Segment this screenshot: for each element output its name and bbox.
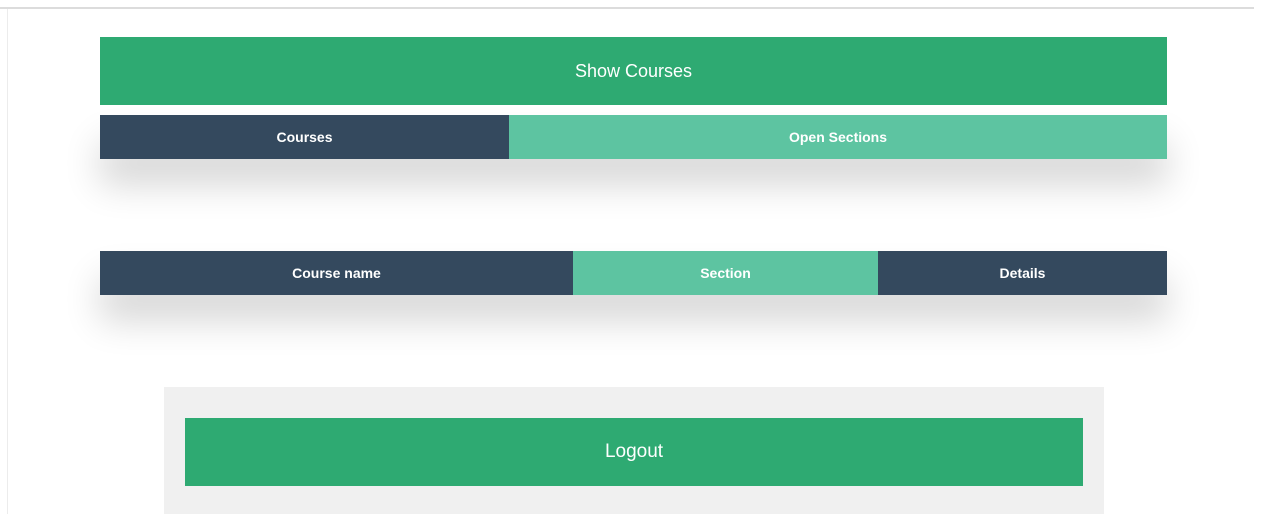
column-header-details: Details (878, 251, 1167, 295)
show-courses-button[interactable]: Show Courses (100, 37, 1167, 105)
tab-courses[interactable]: Courses (100, 115, 509, 159)
logout-panel: Logout (164, 387, 1104, 514)
courses-table-header: Course name Section Details (100, 251, 1167, 295)
column-header-section: Section (573, 251, 878, 295)
column-header-course-name: Course name (100, 251, 573, 295)
view-tabs: Courses Open Sections (100, 115, 1167, 159)
tab-open-sections[interactable]: Open Sections (509, 115, 1167, 159)
left-divider (7, 9, 8, 514)
top-divider (0, 7, 1254, 9)
page: Show Courses Courses Open Sections Cours… (0, 0, 1263, 514)
logout-button[interactable]: Logout (185, 418, 1083, 486)
